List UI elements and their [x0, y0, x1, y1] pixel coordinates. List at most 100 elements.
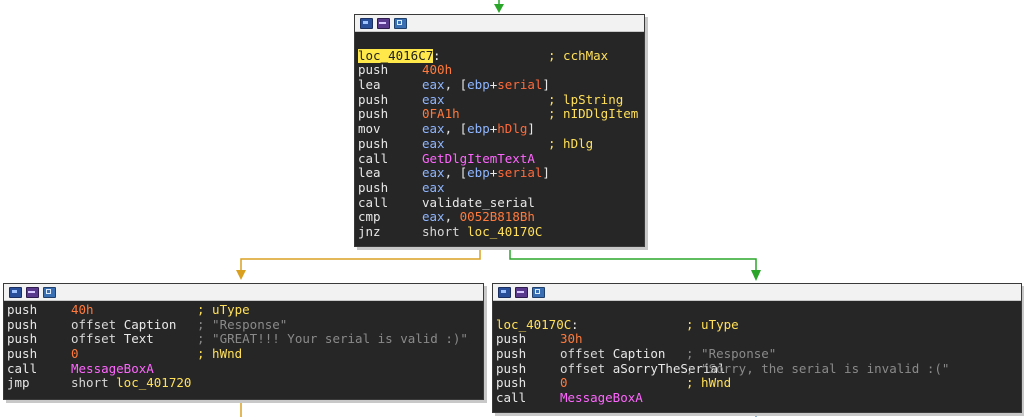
block-label[interactable]: loc_40170C [496, 317, 571, 333]
mnemonic: push [496, 346, 527, 362]
operands: offset Caption [560, 346, 666, 362]
operands: offset Caption [71, 316, 177, 333]
window-icon[interactable] [498, 286, 511, 298]
label-colon: : [571, 316, 579, 332]
operands: offset Text [71, 332, 154, 347]
block-toolbar [493, 284, 1021, 301]
operand: 0 [560, 375, 568, 391]
code-block-main[interactable]: loc_4016C7 : ; cchMax push 400h lea eax, [e… [354, 14, 645, 247]
block-label[interactable]: loc_4016C7 [358, 48, 434, 64]
mnemonic: call [496, 390, 527, 406]
mnemonic: push [496, 375, 527, 391]
code-block-valid[interactable]: push 40h ; uType push offset Caption ; "Respo… [3, 283, 484, 400]
code-icon[interactable] [394, 17, 407, 29]
label-line: loc_40170C : ; uType [496, 316, 1018, 333]
mnemonic: cmp [358, 209, 381, 225]
code-icon[interactable] [532, 286, 545, 298]
instruction-line[interactable]: push offset Caption ; "Response" [7, 316, 480, 333]
line-comment: ; hWnd [197, 346, 243, 362]
window-icon[interactable] [9, 286, 22, 298]
operand: short [422, 223, 468, 239]
operand: Caption [612, 346, 666, 362]
operand: Caption [123, 316, 177, 332]
mnemonic: push [358, 135, 389, 151]
graph-icon[interactable] [515, 286, 528, 298]
instruction-line[interactable]: call MessageBoxA [7, 361, 480, 377]
operand: offset [71, 331, 124, 347]
operands: eax [422, 179, 445, 196]
instruction-line[interactable]: jnz short loc_40170C [358, 223, 641, 240]
operands: eax, [ebp+serial] [422, 165, 550, 181]
operand: ebp [467, 121, 490, 137]
operand: eax [422, 179, 445, 195]
function-name[interactable]: GetDlgItemTextA [422, 151, 535, 166]
true-branch-arrow [751, 270, 761, 281]
label-line: loc_4016C7 : ; cchMax [358, 48, 641, 64]
code-block-invalid[interactable]: loc_40170C : ; uType push 30h push offset C… [492, 283, 1022, 413]
instruction-line[interactable]: push offset Caption ; "Response" [496, 346, 1018, 362]
operands: 0 [560, 376, 568, 391]
line-comment: ; "Response" [686, 346, 777, 362]
instruction-line[interactable]: push 40h ; uType [7, 302, 480, 318]
instruction-line[interactable]: push eax ; lpString [358, 91, 641, 108]
operand: hDlg [497, 121, 528, 137]
instruction-line[interactable]: call validate_serial [358, 194, 641, 211]
line-comment: ; "Response" [197, 316, 288, 332]
mnemonic: mov [358, 121, 381, 137]
instruction-line[interactable]: push 30h [496, 332, 1018, 347]
graph-icon[interactable] [377, 17, 390, 29]
operand: ] [542, 77, 550, 93]
instruction-line[interactable]: mov eax, [ebp+hDlg] [358, 121, 641, 137]
graph-icon[interactable] [26, 286, 39, 298]
instruction-line[interactable]: push offset aSorryTheSerial; "Sorry, the … [496, 361, 1018, 377]
instruction-line[interactable]: push 0FA1h ; nIDDlgItem [358, 107, 641, 122]
line-comment: ; uType [197, 302, 250, 317]
instruction-line[interactable]: call GetDlgItemTextA [358, 151, 641, 167]
operands: MessageBoxA [71, 361, 154, 377]
window-icon[interactable] [360, 17, 373, 29]
operands: eax, 0052B818Bh [422, 209, 535, 225]
instruction-line[interactable]: jmp short loc_401720 [7, 376, 480, 391]
jump-target-label[interactable]: loc_40170C [467, 224, 542, 239]
operands: validate_serial [422, 194, 535, 211]
incoming-edge-arrow [494, 4, 504, 13]
operand: 40h [71, 302, 94, 317]
instruction-line[interactable]: lea eax, [ebp+serial] [358, 165, 641, 181]
mnemonic: lea [358, 77, 381, 93]
function-name[interactable]: MessageBoxA [560, 390, 643, 405]
mnemonic: jmp [7, 375, 30, 391]
true-branch-edge [509, 246, 757, 270]
operand: ebp [467, 165, 490, 181]
operand: eax [422, 135, 445, 151]
instruction-line[interactable]: push eax [358, 179, 641, 196]
operand: validate_serial [422, 194, 535, 210]
operand: eax [422, 209, 445, 225]
instruction-line[interactable]: lea eax, [ebp+serial] [358, 77, 641, 93]
operand: , [444, 209, 460, 225]
instruction-line[interactable]: call MessageBoxA [496, 390, 1018, 406]
operand: short [71, 375, 117, 391]
code-icon[interactable] [43, 286, 56, 298]
operand: , [ [444, 165, 468, 181]
block-code: loc_4016C7 : ; cchMax push 400h lea eax, [e… [355, 32, 644, 240]
operand: serial [497, 77, 543, 93]
operands: 40h [71, 302, 94, 318]
operands: eax [422, 135, 445, 152]
jump-target-label[interactable]: loc_401720 [116, 375, 191, 391]
operands: 0 [71, 346, 79, 362]
mnemonic: jnz [358, 223, 381, 239]
operands: eax, [ebp+serial] [422, 77, 550, 93]
instruction-line[interactable]: push eax ; hDlg [358, 135, 641, 152]
instruction-line[interactable]: push 0 ; hWnd [7, 346, 480, 362]
mnemonic: lea [358, 165, 381, 181]
instruction-line[interactable]: cmp eax, 0052B818Bh [358, 209, 641, 225]
instruction-line[interactable]: push 0 ; hWnd [496, 376, 1018, 391]
operand: ] [542, 165, 550, 181]
line-comment: ; lpString [548, 91, 624, 107]
instruction-line[interactable]: push offset Text ; "GREAT!!! Your serial i… [7, 332, 480, 347]
block-toolbar [355, 15, 644, 32]
instruction-line[interactable]: push 400h [358, 63, 641, 78]
mnemonic: push [7, 316, 38, 332]
function-name[interactable]: MessageBoxA [71, 361, 154, 376]
false-branch-arrow [236, 270, 246, 280]
